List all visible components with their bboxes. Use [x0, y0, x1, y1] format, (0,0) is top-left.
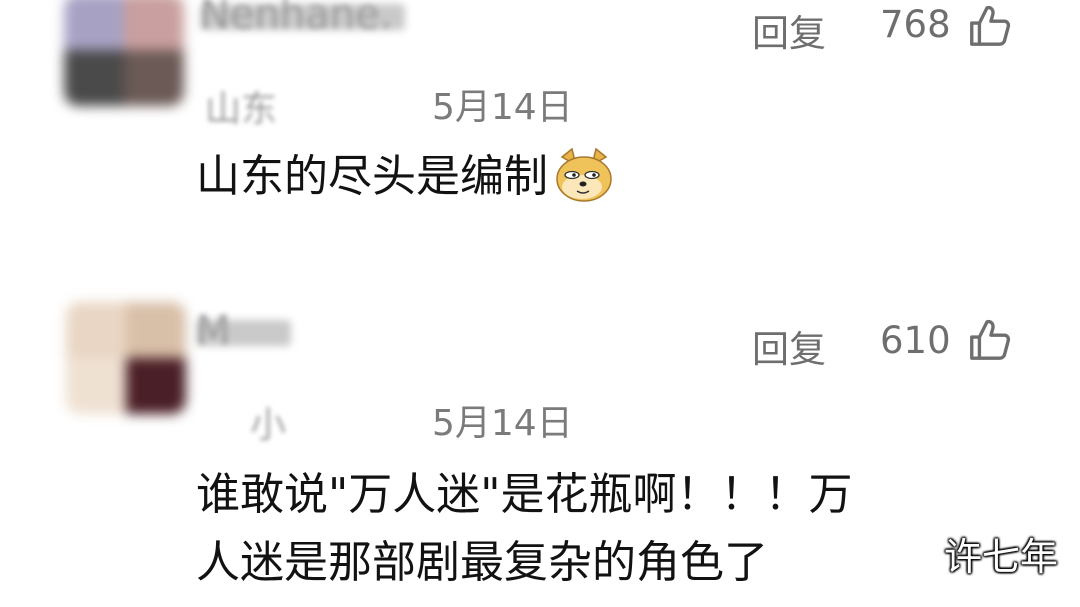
- comment-location: 小: [250, 405, 287, 446]
- comment-date: 5月14日: [432, 87, 573, 128]
- thumbs-up-icon[interactable]: [966, 316, 1012, 362]
- reply-button[interactable]: 回复: [752, 319, 826, 373]
- avatar[interactable]: [66, 302, 186, 414]
- comment-text-line-1: 谁敢说"万人迷"是花瓶啊！！！万: [196, 469, 853, 520]
- comment-text-line-2: 人迷是那部剧最复杂的角色了: [196, 537, 768, 588]
- thumbs-up-icon[interactable]: [966, 2, 1012, 48]
- reply-button[interactable]: 回复: [752, 3, 826, 57]
- watermark: 许七年: [943, 535, 1058, 579]
- comment-date: 5月14日: [432, 403, 573, 444]
- comment-item: Nenhane. 回复 768 山东 5月14日 山东的尽头是编制: [0, 0, 1080, 290]
- username[interactable]: Nenhane.: [200, 0, 392, 38]
- comment-text-content: 山东的尽头是编制: [196, 151, 548, 202]
- like-count: 610: [880, 319, 951, 362]
- username[interactable]: M: [196, 308, 231, 354]
- doge-emoji-icon: [556, 147, 612, 202]
- avatar[interactable]: [64, 0, 184, 106]
- comment-text: 山东的尽头是编制: [196, 147, 616, 207]
- like-count: 768: [880, 3, 951, 46]
- comment-item: M 回复 610 小 5月14日 谁敢说"万人迷"是花瓶啊！！！万 人迷是那部剧…: [0, 300, 1080, 607]
- comment-location: 山东: [205, 89, 278, 130]
